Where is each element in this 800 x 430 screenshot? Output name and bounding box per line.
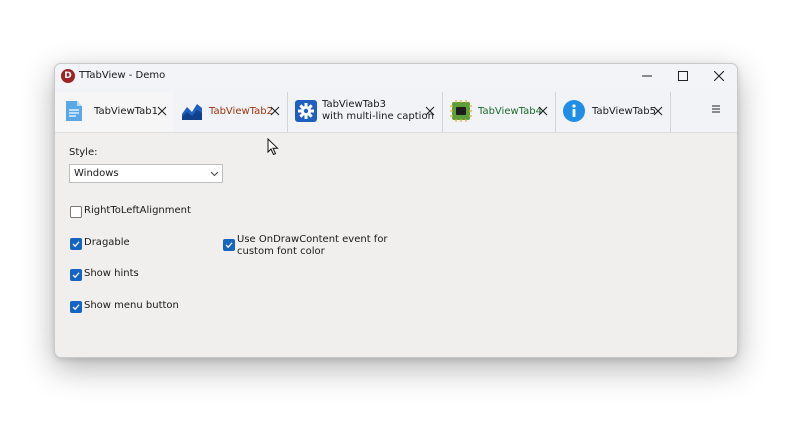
checkmark-icon — [72, 241, 80, 248]
title-bar: D TTabView - Demo — [55, 64, 737, 88]
tab-content: Style: Windows RightToLeftAlignment Drag… — [55, 133, 737, 357]
tab-label: TabViewTab5 — [592, 106, 656, 117]
style-dropdown-value: Windows — [74, 168, 119, 179]
checkbox-label: Use OnDrawContent event for custom font … — [237, 234, 388, 258]
app-logo-icon: D — [61, 69, 75, 83]
close-icon[interactable] — [652, 105, 664, 117]
close-window-button[interactable] — [701, 64, 737, 88]
area-chart-icon — [182, 104, 202, 120]
maximize-button[interactable] — [665, 64, 701, 88]
checkmark-icon — [72, 272, 80, 279]
close-icon — [714, 71, 724, 81]
minimize-icon — [642, 75, 652, 77]
main-window: D TTabView - Demo TabViewTab1 TabViewTab… — [54, 63, 738, 358]
tab-label-line2: with multi-line caption — [322, 111, 434, 122]
close-icon[interactable] — [269, 105, 281, 117]
checkbox-box[interactable] — [223, 239, 235, 251]
checkbox-label: Show hints — [84, 268, 139, 279]
window-title: TTabView - Demo — [79, 70, 166, 81]
checkbox-label: Show menu button — [84, 300, 179, 311]
close-icon[interactable] — [537, 105, 549, 117]
checkmark-icon — [72, 304, 80, 311]
checkbox-box[interactable] — [70, 269, 82, 281]
tab-tabviewtab2[interactable]: TabViewTab2 — [173, 92, 288, 132]
checkbox-label-line1: Use OnDrawContent event for — [237, 234, 388, 245]
close-icon[interactable] — [156, 105, 168, 117]
tab-tabviewtab3[interactable]: TabViewTab3 with multi-line caption — [287, 92, 443, 132]
tab-label: TabViewTab3 with multi-line caption — [322, 99, 434, 123]
gear-icon — [295, 100, 317, 122]
maximize-icon — [678, 71, 688, 81]
tab-tabviewtab1[interactable]: TabViewTab1 — [55, 92, 173, 132]
info-icon — [563, 100, 585, 122]
chevron-down-icon — [210, 171, 219, 177]
checkbox-box[interactable] — [70, 206, 82, 218]
tab-tabviewtab4[interactable]: TabViewTab4 — [442, 92, 556, 132]
tab-label-line1: TabViewTab3 — [322, 99, 386, 110]
checkbox-box[interactable] — [70, 301, 82, 313]
tab-label: TabViewTab2 — [209, 106, 273, 117]
style-dropdown[interactable]: Windows — [69, 164, 223, 183]
tab-label: TabViewTab1 — [94, 106, 158, 117]
tab-strip: TabViewTab1 TabViewTab2 TabViewTab3 with… — [55, 88, 737, 133]
close-icon[interactable] — [424, 105, 436, 117]
checkmark-icon — [225, 242, 233, 249]
checkbox-label: RightToLeftAlignment — [84, 205, 191, 216]
tab-label: TabViewTab4 — [478, 106, 542, 117]
mouse-cursor-icon — [267, 138, 279, 156]
document-icon — [66, 101, 82, 121]
tab-tabviewtab5[interactable]: TabViewTab5 — [555, 92, 671, 132]
checkbox-box[interactable] — [70, 238, 82, 250]
minimize-button[interactable] — [629, 64, 665, 88]
chip-icon — [450, 100, 472, 122]
checkbox-label: Dragable — [84, 237, 130, 248]
menu-icon[interactable] — [709, 102, 723, 116]
checkbox-label-line2: custom font color — [237, 246, 325, 257]
style-label: Style: — [69, 147, 98, 158]
